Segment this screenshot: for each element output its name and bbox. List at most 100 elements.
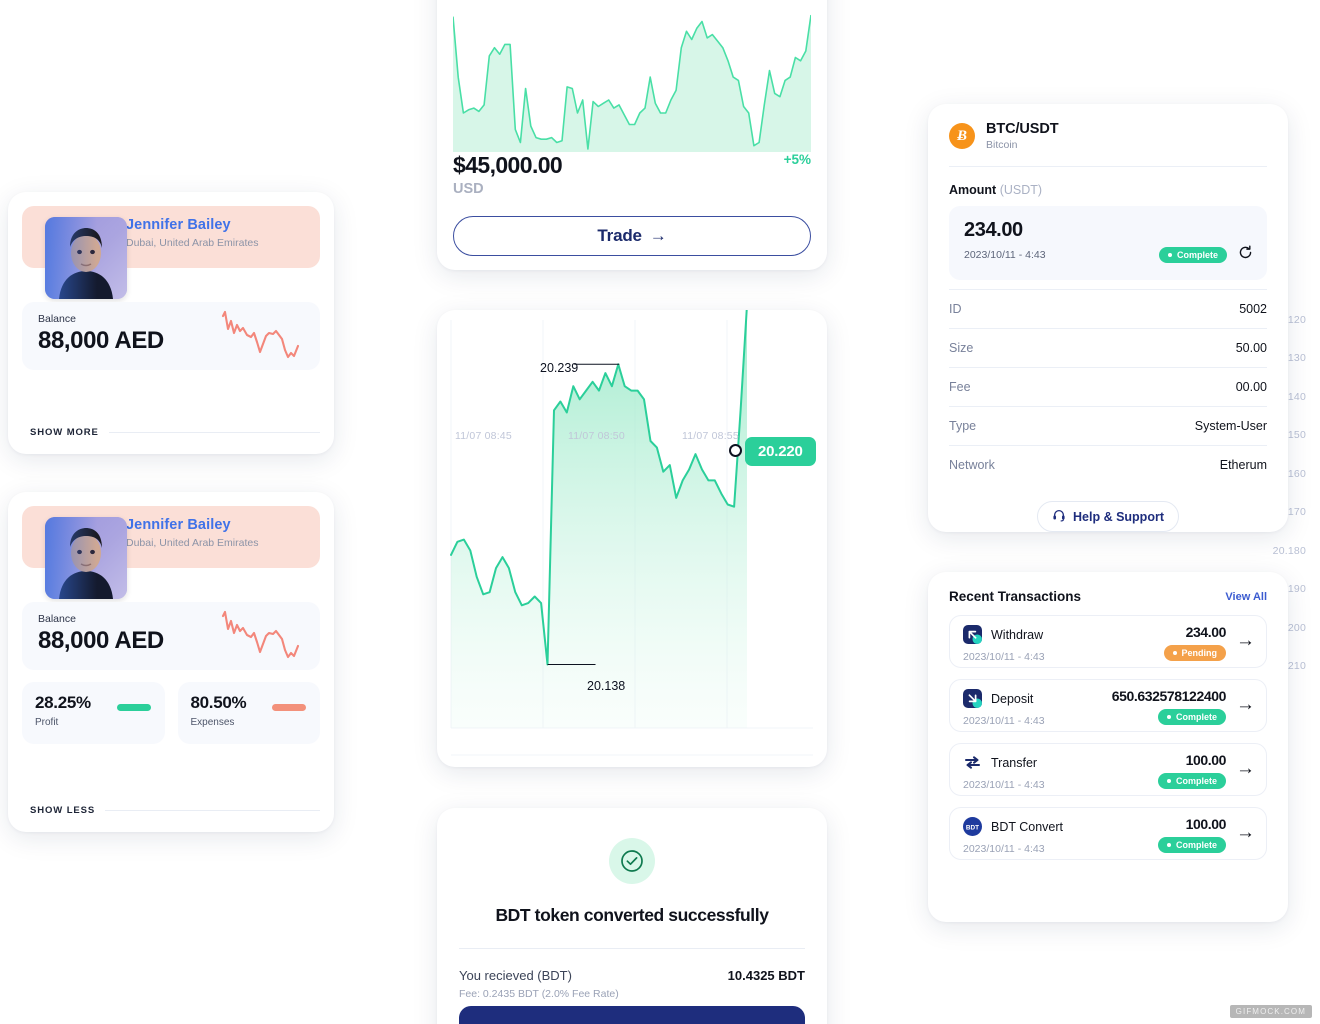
status-dot-icon — [1166, 715, 1171, 719]
amount-title: Amount (USDT) — [949, 183, 1267, 197]
stat-label: Profit — [35, 717, 59, 728]
status-badge: Complete — [1157, 709, 1226, 725]
app-canvas: Jennifer Bailey Dubai, United Arab Emira… — [0, 0, 1320, 1024]
refresh-icon[interactable] — [1238, 245, 1253, 265]
price-delta: +5% — [783, 152, 811, 167]
stat-bar-expenses — [272, 704, 306, 711]
profile-name: Jennifer Bailey — [126, 517, 231, 533]
balance-box: Balance 88,000 AED — [22, 302, 320, 370]
received-amount: 10.4325 BDT — [727, 968, 805, 983]
status-label: Complete — [1175, 776, 1217, 786]
status-label: Pending — [1181, 648, 1218, 658]
received-label: You recieved (BDT) — [459, 968, 572, 983]
detail-rows: ID 5002 Size 50.00 Fee 00.00 Type System-User Ne… — [949, 289, 1267, 484]
trade-button-label: Trade — [597, 226, 642, 245]
status-label: Complete — [1175, 840, 1217, 850]
arrow-right-icon[interactable]: → — [1236, 759, 1255, 778]
help-support-label: Help & Support — [1073, 509, 1164, 524]
transaction-row[interactable]: Withdraw 234.00 2023/10/11 - 4:43 Pending → — [949, 615, 1267, 668]
transaction-row[interactable]: BDT BDT Convert 100.00 2023/10/11 - 4:43 Com… — [949, 807, 1267, 860]
go-to-spot-button[interactable]: Go To Spot — [459, 1006, 805, 1024]
profile-location: Dubai, United Arab Emirates — [126, 537, 259, 549]
profile-banner: Jennifer Bailey Dubai, United Arab Emira… — [22, 206, 320, 299]
balance-sparkline — [220, 609, 306, 663]
transactions-header: Recent Transactions View All — [949, 572, 1267, 604]
price-row: $45,000.00 USD +5% — [453, 152, 811, 197]
stats-row: 28.25% Profit 80.50% Expenses — [22, 682, 320, 744]
chart-current-point — [729, 444, 742, 457]
stat-profit: 28.25% Profit — [22, 682, 165, 744]
profile-name: Jennifer Bailey — [126, 217, 231, 233]
detail-key: Size — [949, 341, 974, 355]
pair-header: Ƀ BTC/USDT Bitcoin — [949, 104, 1267, 151]
conversion-success-card: BDT token converted successfully You rec… — [437, 808, 827, 1024]
profile-card-expanded: Jennifer Bailey Dubai, United Arab Emira… — [8, 492, 334, 832]
arrow-right-icon[interactable]: → — [1236, 695, 1255, 714]
arrow-right-icon[interactable]: → — [1236, 823, 1255, 842]
status-badge: Complete — [1157, 837, 1226, 853]
stat-bar-profit — [116, 704, 151, 711]
detail-value: 00.00 — [1235, 380, 1267, 394]
detail-key: Type — [949, 419, 977, 433]
transaction-amount: 100.00 — [1185, 752, 1227, 768]
withdraw-icon — [963, 625, 982, 644]
amount-title-text: Amount — [949, 183, 997, 197]
amount-value: 234.00 — [964, 219, 1023, 241]
transaction-name: BDT Convert — [991, 819, 1064, 834]
view-all-link[interactable]: View All — [1225, 591, 1267, 603]
amount-status-row: Complete — [1158, 245, 1253, 265]
divider — [949, 166, 1267, 167]
x-axis-tick: 11/07 08:55 — [682, 430, 739, 442]
bdt-icon: BDT — [963, 817, 982, 836]
success-title: BDT token converted successfully — [495, 905, 769, 925]
transfer-icon — [963, 753, 982, 772]
svg-text:BDT: BDT — [966, 824, 979, 831]
transaction-amount: 234.00 — [1185, 624, 1227, 640]
detail-value: Etherum — [1219, 458, 1267, 472]
transaction-row[interactable]: Deposit 650.632578122400 2023/10/11 - 4:43… — [949, 679, 1267, 732]
show-less-label: SHOW LESS — [30, 805, 96, 816]
detail-row: Type System-User — [949, 406, 1267, 445]
amount-box: 234.00 2023/10/11 - 4:43 Complete — [949, 206, 1267, 280]
deposit-icon — [963, 689, 982, 708]
chart-high-label: 20.239 — [540, 361, 579, 375]
detail-row: Fee 00.00 — [949, 367, 1267, 406]
transaction-name: Deposit — [991, 691, 1034, 706]
pair-subtitle: Bitcoin — [986, 139, 1018, 151]
bitcoin-icon: Ƀ — [949, 123, 975, 149]
trade-button[interactable]: Trade → — [453, 216, 811, 256]
balance-sparkline — [220, 309, 306, 363]
status-badge: Complete — [1158, 247, 1227, 263]
received-row: You recieved (BDT) Fee: 0.2435 BDT (2.0%… — [459, 968, 805, 1000]
show-less-toggle[interactable]: SHOW LESS — [30, 805, 320, 816]
market-chart-card — [437, 310, 827, 767]
stat-expenses: 80.50% Expenses — [177, 682, 320, 744]
pair-name: BTC/USDT — [986, 121, 1059, 137]
status-dot-icon — [1172, 651, 1177, 655]
status-dot-icon — [1166, 779, 1171, 783]
recent-transactions-card: Recent Transactions View All Withdraw 234… — [928, 572, 1288, 922]
detail-value: 5002 — [1239, 302, 1267, 316]
status-badge: Complete — [1157, 773, 1226, 789]
price-value: $45,000.00 — [453, 152, 563, 178]
show-more-label: SHOW MORE — [30, 427, 99, 438]
arrow-right-icon[interactable]: → — [1236, 631, 1255, 650]
stat-label: Expenses — [190, 717, 235, 728]
balance-box: Balance 88,000 AED — [22, 602, 320, 670]
transaction-amount: 650.632578122400 — [1111, 688, 1227, 704]
transaction-name: Withdraw — [991, 627, 1044, 642]
transaction-name: Transfer — [991, 755, 1038, 770]
headset-icon — [1052, 508, 1066, 525]
show-more-toggle[interactable]: SHOW MORE — [30, 427, 320, 438]
status-dot-icon — [1167, 253, 1172, 257]
detail-row: Size 50.00 — [949, 328, 1267, 367]
transactions-title: Recent Transactions — [949, 589, 1082, 604]
help-support-button[interactable]: Help & Support — [1037, 501, 1179, 532]
transaction-row[interactable]: Transfer 100.00 2023/10/11 - 4:43 Complete → — [949, 743, 1267, 796]
success-check-icon — [609, 838, 655, 884]
status-dot-icon — [1166, 843, 1171, 847]
chart-low-label: 20.138 — [587, 679, 626, 693]
fee-note: Fee: 0.2435 BDT (2.0% Fee Rate) — [459, 988, 619, 1000]
divider — [108, 432, 320, 433]
detail-key: Network — [949, 458, 995, 472]
